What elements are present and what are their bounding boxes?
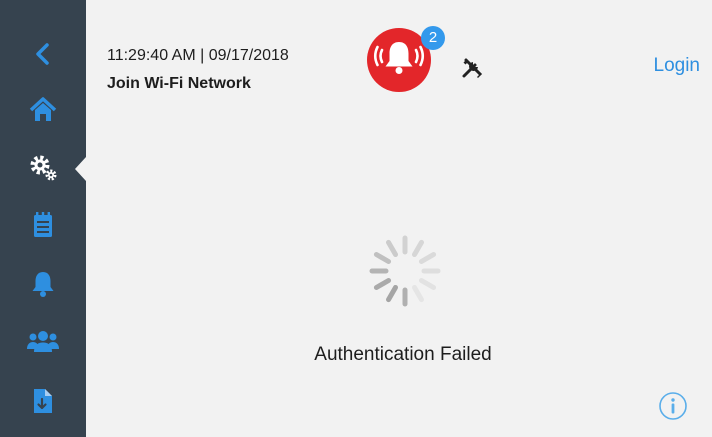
page-title: Join Wi-Fi Network — [107, 75, 251, 92]
nav-file-export[interactable] — [0, 381, 86, 421]
tools-icon — [462, 58, 482, 78]
datetime-label: 11:29:40 AM | 09/17/2018 — [107, 47, 289, 64]
info-button[interactable] — [658, 391, 688, 421]
nav-alarms[interactable] — [0, 264, 86, 304]
loading-spinner — [369, 235, 441, 307]
status-message: Authentication Failed — [314, 344, 492, 365]
active-nav-indicator — [75, 157, 86, 181]
nav-settings[interactable] — [0, 148, 86, 188]
login-link[interactable]: Login — [654, 55, 701, 77]
settings-gears-icon — [30, 155, 57, 181]
file-download-icon — [34, 389, 52, 413]
back-button[interactable] — [0, 34, 86, 74]
home-icon — [29, 97, 57, 121]
alarm-count-badge: 2 — [421, 26, 445, 50]
nav-notes[interactable] — [0, 205, 86, 245]
notepad-icon — [34, 212, 52, 237]
info-icon — [659, 392, 687, 420]
nav-home[interactable] — [0, 90, 86, 130]
nav-users[interactable] — [0, 322, 86, 362]
users-icon — [27, 331, 59, 352]
tools-button[interactable] — [460, 56, 484, 80]
sidebar — [0, 0, 86, 437]
back-chevron-icon — [36, 43, 49, 65]
bell-icon — [32, 272, 54, 297]
